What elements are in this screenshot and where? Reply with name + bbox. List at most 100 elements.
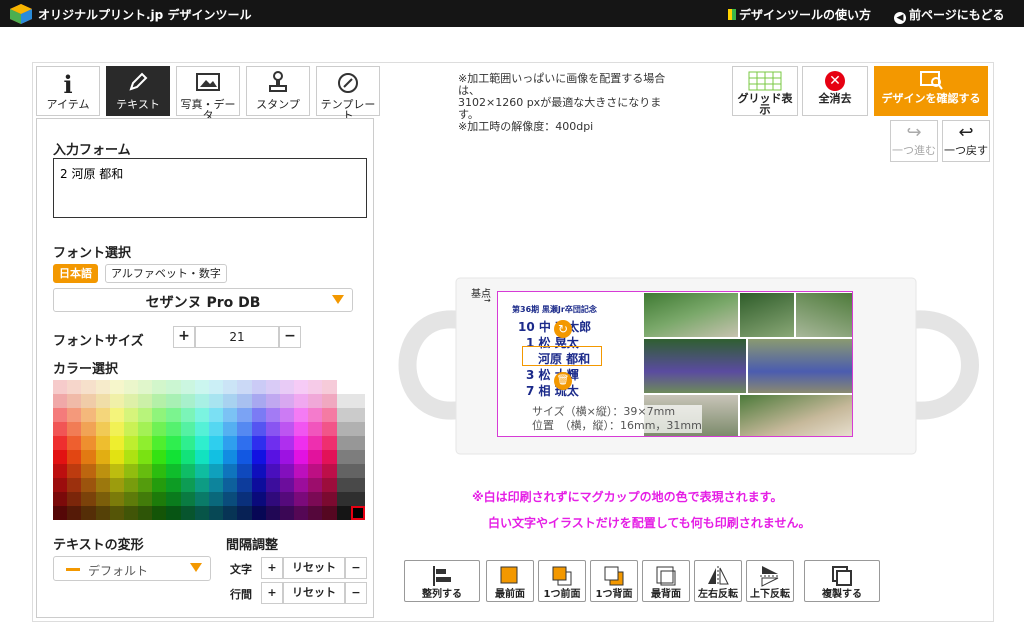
color-swatch[interactable] [208,380,224,394]
color-swatch[interactable] [336,394,351,408]
color-swatch[interactable] [152,450,167,464]
color-swatch[interactable] [67,394,82,408]
color-swatch[interactable] [237,436,252,450]
color-swatch[interactable] [237,492,252,506]
color-swatch[interactable] [322,408,337,422]
color-swatch[interactable] [53,436,68,450]
color-swatch[interactable] [336,506,351,520]
color-swatch[interactable] [237,478,252,492]
color-swatch[interactable] [279,436,295,450]
color-swatch[interactable] [350,380,365,394]
color-swatch[interactable] [123,506,139,520]
color-swatch[interactable] [208,450,224,464]
size-value[interactable]: 21 [195,326,279,348]
color-swatch[interactable] [109,450,124,464]
color-swatch[interactable] [350,506,365,520]
color-swatch[interactable] [138,464,153,478]
color-swatch[interactable] [294,380,309,394]
color-swatch[interactable] [350,478,365,492]
color-swatch[interactable] [67,436,82,450]
color-swatch[interactable] [223,436,238,450]
color-swatch[interactable] [152,492,167,506]
color-swatch[interactable] [265,478,280,492]
color-swatch[interactable] [251,422,266,436]
color-swatch[interactable] [208,478,224,492]
color-swatch[interactable] [251,464,266,478]
line-plus-button[interactable]: + [261,582,283,604]
color-swatch[interactable] [279,478,295,492]
color-swatch[interactable] [166,380,181,394]
color-swatch[interactable] [152,506,167,520]
color-swatch[interactable] [208,506,224,520]
line-reset-button[interactable]: リセット [283,582,345,604]
color-palette[interactable] [53,380,365,520]
char-reset-button[interactable]: リセット [283,557,345,579]
color-swatch[interactable] [322,450,337,464]
color-swatch[interactable] [336,478,351,492]
font-tab-japanese[interactable]: 日本語 [53,264,98,283]
color-swatch[interactable] [223,492,238,506]
color-swatch[interactable] [67,464,82,478]
color-swatch[interactable] [251,450,266,464]
color-swatch[interactable] [322,492,337,506]
color-swatch[interactable] [138,394,153,408]
color-swatch[interactable] [81,464,96,478]
undo-button[interactable]: ↩ 一つ戻す [942,120,990,162]
color-swatch[interactable] [53,506,68,520]
color-swatch[interactable] [208,464,224,478]
color-swatch[interactable] [308,422,323,436]
color-swatch[interactable] [138,380,153,394]
color-swatch[interactable] [237,464,252,478]
color-swatch[interactable] [308,506,323,520]
color-swatch[interactable] [194,408,209,422]
color-swatch[interactable] [166,450,181,464]
color-swatch[interactable] [152,408,167,422]
color-swatch[interactable] [180,380,195,394]
color-swatch[interactable] [194,380,209,394]
color-swatch[interactable] [123,464,139,478]
duplicate-button[interactable]: 複製する [804,560,880,602]
color-swatch[interactable] [123,492,139,506]
color-swatch[interactable] [208,394,224,408]
size-minus-button[interactable]: − [279,326,301,348]
color-swatch[interactable] [294,422,309,436]
color-swatch[interactable] [279,450,295,464]
color-swatch[interactable] [279,408,295,422]
color-swatch[interactable] [95,422,110,436]
color-swatch[interactable] [109,464,124,478]
color-swatch[interactable] [67,380,82,394]
color-swatch[interactable] [223,450,238,464]
color-swatch[interactable] [123,394,139,408]
color-swatch[interactable] [95,464,110,478]
color-swatch[interactable] [152,380,167,394]
color-swatch[interactable] [322,464,337,478]
color-swatch[interactable] [336,492,351,506]
color-swatch[interactable] [350,436,365,450]
char-minus-button[interactable]: − [345,557,367,579]
color-swatch[interactable] [152,464,167,478]
send-back-button[interactable]: 最背面 [642,560,690,602]
color-swatch[interactable] [109,422,124,436]
color-swatch[interactable] [180,478,195,492]
color-swatch[interactable] [265,464,280,478]
send-backward-button[interactable]: 1つ背面 [590,560,638,602]
color-swatch[interactable] [308,478,323,492]
color-swatch[interactable] [208,422,224,436]
color-swatch[interactable] [138,422,153,436]
color-swatch[interactable] [123,478,139,492]
tab-item[interactable]: i アイテム [36,66,100,116]
confirm-design-button[interactable]: デザインを確認する [874,66,988,116]
color-swatch[interactable] [237,394,252,408]
color-swatch[interactable] [152,436,167,450]
color-swatch[interactable] [180,422,195,436]
color-swatch[interactable] [279,380,295,394]
text-input[interactable]: 2 河原 都和 [53,158,367,218]
color-swatch[interactable] [265,450,280,464]
color-swatch[interactable] [166,506,181,520]
color-swatch[interactable] [81,436,96,450]
color-swatch[interactable] [265,422,280,436]
color-swatch[interactable] [67,492,82,506]
color-swatch[interactable] [53,380,68,394]
char-plus-button[interactable]: + [261,557,283,579]
color-swatch[interactable] [336,464,351,478]
